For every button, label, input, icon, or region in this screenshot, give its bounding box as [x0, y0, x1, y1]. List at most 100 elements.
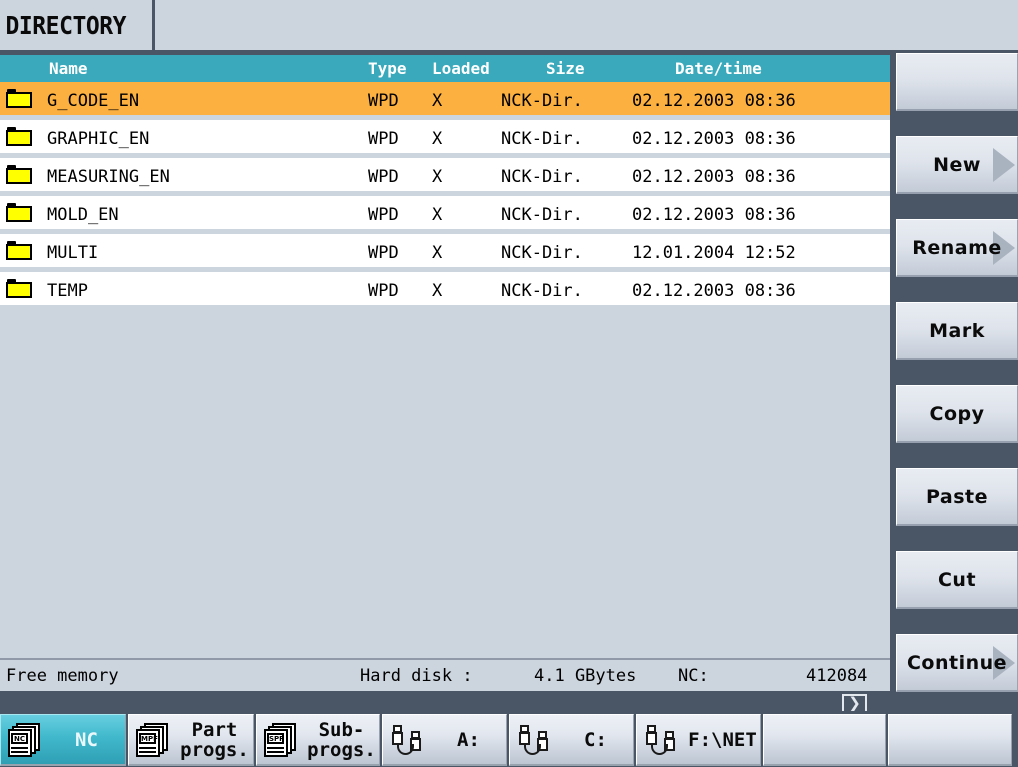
column-header-name: Name	[49, 59, 88, 78]
taskbar: NC NC MPF Part progs. SPF Sub- progs. A: C: F:\N…	[0, 711, 1018, 767]
column-header-type: Type	[368, 59, 407, 78]
cell-name: G_CODE_EN	[47, 91, 140, 111]
softkey-mark[interactable]: Mark	[896, 302, 1018, 360]
folder-icon	[6, 165, 34, 185]
softkey-copy[interactable]: Copy	[896, 385, 1018, 443]
taskbar-button-nc[interactable]: NC NC	[0, 714, 126, 766]
taskbar-button-fnet[interactable]: F:\NET	[636, 714, 761, 766]
cell-name: MOLD_EN	[47, 205, 119, 225]
taskbar-button-partprogs[interactable]: MPF Part progs.	[128, 714, 254, 766]
table-row[interactable]: MULTI WPD X NCK-Dir. 12.01.2004 12:52	[0, 234, 890, 272]
softkey-blank-0[interactable]	[896, 53, 1018, 111]
taskbar-button-subprogs[interactable]: SPF Sub- progs.	[256, 714, 380, 766]
taskbar-button-blank-7[interactable]	[888, 714, 1012, 766]
cell-name: GRAPHIC_EN	[47, 129, 150, 149]
hard-disk-value: 4.1 GBytes	[534, 666, 637, 686]
directory-rows: G_CODE_EN WPD X NCK-Dir. 02.12.2003 08:36 GRA…	[0, 82, 890, 660]
softkey-continue[interactable]: Continue	[896, 634, 1018, 692]
free-memory-label: Free memory	[6, 666, 119, 686]
table-header-row: Name Type Loaded Size Date/time	[0, 55, 890, 82]
taskbar-button-blank-6[interactable]	[763, 714, 886, 766]
status-bar: Free memory Hard disk : 4.1 GBytes NC: 4…	[0, 658, 890, 691]
drive-plug-icon	[645, 723, 681, 757]
directory-list-panel: Name Type Loaded Size Date/time G_CODE_E…	[0, 53, 890, 660]
softkey-cut[interactable]: Cut	[896, 551, 1018, 609]
title-bar: DIRECTORY	[0, 0, 1018, 50]
folder-icon	[6, 279, 34, 299]
title-bar-filler	[155, 0, 1018, 50]
cell-date: 02.12.2003 08:36	[632, 167, 796, 187]
folder-icon	[6, 203, 34, 223]
column-header-loaded: Loaded	[432, 59, 490, 78]
softkey-label: Copy	[929, 402, 985, 425]
taskbar-label: Part progs.	[180, 718, 249, 761]
doc-tag-label: NC	[11, 732, 28, 744]
taskbar-label: Sub- progs.	[307, 718, 376, 761]
hard-disk-label: Hard disk :	[360, 666, 473, 686]
column-header-date: Date/time	[675, 59, 762, 78]
cell-loaded: X	[432, 91, 443, 111]
cell-size: NCK-Dir.	[501, 129, 583, 149]
cell-size: NCK-Dir.	[501, 205, 583, 225]
cnc-directory-screen: DIRECTORY Name Type Loaded Size Date/tim…	[0, 0, 1018, 767]
cell-type: WPD	[368, 205, 399, 225]
folder-icon	[6, 241, 34, 261]
nc-memory-value: 412084	[806, 666, 868, 686]
expand-arrow-icon	[993, 147, 1015, 182]
cell-type: WPD	[368, 167, 399, 187]
taskbar-label: C:	[584, 728, 607, 751]
page-title: DIRECTORY	[5, 10, 127, 40]
softkey-label: Paste	[925, 485, 988, 508]
softkey-rename[interactable]: Rename	[896, 219, 1018, 277]
cell-size: NCK-Dir.	[501, 91, 583, 111]
drive-plug-icon	[391, 723, 427, 757]
cell-loaded: X	[432, 205, 443, 225]
cell-loaded: X	[432, 167, 443, 187]
cell-type: WPD	[368, 129, 399, 149]
softkey-label: New	[933, 153, 981, 176]
window-title-tab: DIRECTORY	[0, 0, 155, 50]
cell-type: WPD	[368, 281, 399, 301]
cell-type: WPD	[368, 243, 399, 263]
table-row[interactable]: TEMP WPD X NCK-Dir. 02.12.2003 08:36	[0, 272, 890, 310]
softkey-paste[interactable]: Paste	[896, 468, 1018, 526]
cell-date: 02.12.2003 08:36	[632, 281, 796, 301]
drive-plug-icon	[518, 723, 554, 757]
cell-date: 12.01.2004 12:52	[632, 243, 796, 263]
cell-date: 02.12.2003 08:36	[632, 205, 796, 225]
taskbar-label: A:	[457, 728, 480, 751]
table-row[interactable]: G_CODE_EN WPD X NCK-Dir. 02.12.2003 08:36	[0, 82, 890, 120]
softkey-label: Mark	[929, 319, 985, 342]
softkey-new[interactable]: New	[896, 136, 1018, 194]
folder-icon	[6, 89, 34, 109]
softkey-label: Continue	[906, 651, 1008, 674]
taskbar-button-c[interactable]: C:	[509, 714, 634, 766]
cell-date: 02.12.2003 08:36	[632, 129, 796, 149]
cell-loaded: X	[432, 129, 443, 149]
nc-memory-label: NC:	[678, 666, 709, 686]
doc-tag-label: SPF	[267, 732, 284, 744]
cell-size: NCK-Dir.	[501, 243, 583, 263]
cell-size: NCK-Dir.	[501, 167, 583, 187]
cell-date: 02.12.2003 08:36	[632, 91, 796, 111]
cell-type: WPD	[368, 91, 399, 111]
table-row[interactable]: GRAPHIC_EN WPD X NCK-Dir. 02.12.2003 08:36	[0, 120, 890, 158]
taskbar-button-a[interactable]: A:	[382, 714, 507, 766]
doc-tag-label: MPF	[139, 732, 158, 744]
taskbar-label: F:\NET	[688, 728, 757, 751]
column-header-size: Size	[546, 59, 585, 78]
cell-name: TEMP	[47, 281, 88, 301]
taskbar-label: NC	[75, 728, 98, 751]
cell-size: NCK-Dir.	[501, 281, 583, 301]
softkey-label: Cut	[937, 568, 977, 591]
softkey-label: Rename	[912, 236, 1002, 259]
mpf-document-stack-icon: MPF	[136, 722, 170, 757]
spf-document-stack-icon: SPF	[264, 722, 298, 757]
softkey-column: New Rename Mark Copy Paste Cut Continue	[890, 53, 1018, 708]
folder-icon	[6, 127, 34, 147]
cell-loaded: X	[432, 243, 443, 263]
table-row[interactable]: MEASURING_EN WPD X NCK-Dir. 02.12.2003 08:36	[0, 158, 890, 196]
cell-name: MEASURING_EN	[47, 167, 170, 187]
table-row[interactable]: MOLD_EN WPD X NCK-Dir. 02.12.2003 08:36	[0, 196, 890, 234]
nc-document-stack-icon: NC	[8, 722, 42, 757]
